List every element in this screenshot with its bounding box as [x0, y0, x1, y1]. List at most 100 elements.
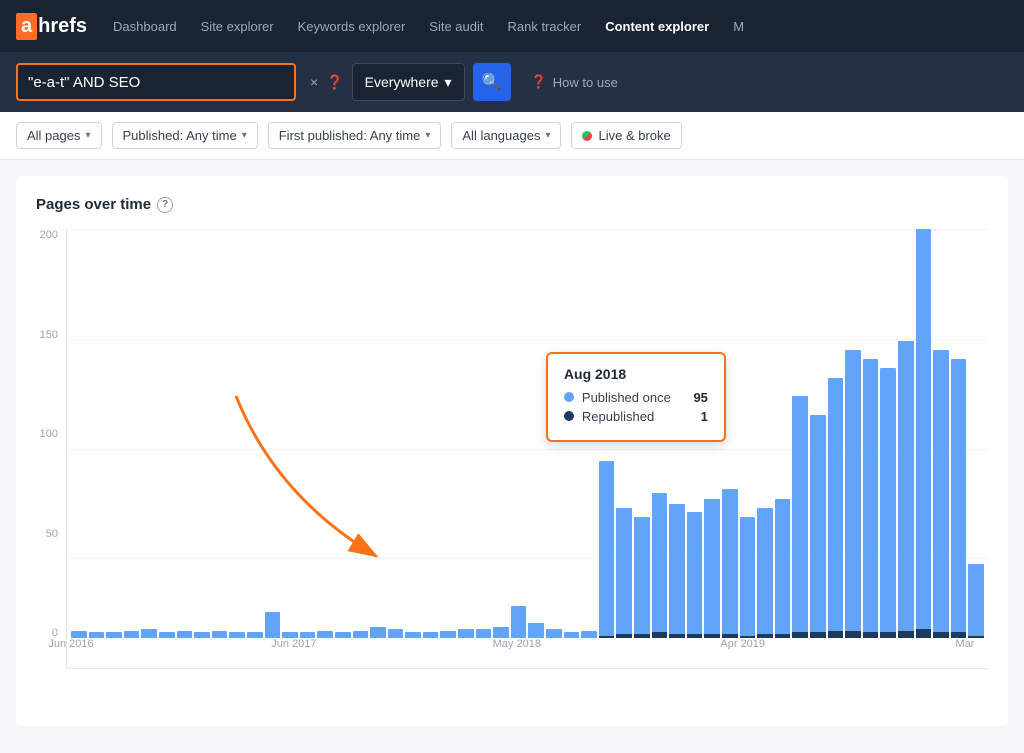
search-input[interactable] [28, 74, 258, 91]
bar-16 [353, 631, 369, 638]
live-broke-filter[interactable]: Live & broke [571, 122, 681, 149]
bar-44 [845, 350, 861, 638]
search-help-icon[interactable]: ❓ [326, 74, 343, 91]
published-filter[interactable]: Published: Any time ▾ [112, 122, 258, 149]
bar-group-20[interactable] [423, 229, 439, 638]
bar-group-9[interactable] [229, 229, 245, 638]
bar-group-24[interactable] [493, 229, 509, 638]
published-chevron: ▾ [242, 130, 247, 141]
dropdown-label: Everywhere [365, 74, 439, 90]
chart-help-icon[interactable]: ? [157, 197, 173, 213]
bar-group-51[interactable] [968, 229, 984, 638]
tooltip-row-republished: Republished 1 [564, 409, 708, 424]
bar-42 [810, 415, 826, 638]
bar-6 [177, 631, 193, 638]
republished-dot [564, 411, 574, 421]
bar-group-2[interactable] [106, 229, 122, 638]
bar-group-21[interactable] [440, 229, 456, 638]
bar-group-15[interactable] [335, 229, 351, 638]
bar-group-6[interactable] [177, 229, 193, 638]
bar-group-49[interactable] [933, 229, 949, 638]
x-label-apr2019: Apr 2019 [720, 638, 765, 668]
bar-group-46[interactable] [880, 229, 896, 638]
search-actions: × ❓ [310, 74, 344, 91]
bar-group-1[interactable] [89, 229, 105, 638]
published-dot [564, 392, 574, 402]
bar-group-41[interactable] [792, 229, 808, 638]
tooltip-date: Aug 2018 [564, 366, 708, 382]
nav-link-content-explorer[interactable]: Content explorer [595, 13, 719, 40]
all-languages-filter[interactable]: All languages ▾ [451, 122, 561, 149]
bar-29 [581, 631, 597, 638]
bar-32 [634, 517, 650, 638]
x-label-may2018: May 2018 [493, 638, 541, 668]
bar-group-17[interactable] [370, 229, 386, 638]
bar-25 [511, 606, 527, 638]
bar-38 [740, 517, 756, 638]
search-button[interactable]: 🔍 [473, 63, 511, 101]
bar-group-16[interactable] [353, 229, 369, 638]
search-icon: 🔍 [482, 72, 502, 92]
bar-group-12[interactable] [282, 229, 298, 638]
bar-group-23[interactable] [476, 229, 492, 638]
bar-14 [317, 631, 333, 638]
bar-group-25[interactable] [511, 229, 527, 638]
all-pages-filter[interactable]: All pages ▾ [16, 122, 102, 149]
bar-group-19[interactable] [405, 229, 421, 638]
bar-group-0[interactable] [71, 229, 87, 638]
republished-label: Republished [582, 409, 693, 424]
first-published-filter[interactable]: First published: Any time ▾ [268, 122, 442, 149]
everywhere-dropdown[interactable]: Everywhere ▾ [352, 63, 465, 101]
how-to-use[interactable]: ❓ How to use [531, 74, 618, 90]
bar-18 [388, 629, 404, 638]
bar-group-26[interactable] [528, 229, 544, 638]
nav-link-dashboard[interactable]: Dashboard [103, 13, 187, 40]
all-pages-chevron: ▾ [85, 130, 90, 141]
live-dot-icon [582, 131, 592, 141]
bar-21 [440, 631, 456, 638]
nav-link-rank-tracker[interactable]: Rank tracker [497, 13, 591, 40]
x-label-jun2017: Jun 2017 [271, 638, 316, 668]
bar-group-22[interactable] [458, 229, 474, 638]
bar-group-7[interactable] [194, 229, 210, 638]
nav-link-site-explorer[interactable]: Site explorer [191, 13, 284, 40]
bar-8 [212, 631, 228, 638]
bar-group-43[interactable] [828, 229, 844, 638]
bar-group-39[interactable] [757, 229, 773, 638]
bar-41 [792, 396, 808, 638]
nav-link-keywords-explorer[interactable]: Keywords explorer [288, 13, 416, 40]
y-label-100: 100 [36, 428, 58, 440]
x-label-jun2016: Jun 2016 [48, 638, 93, 668]
bar-group-38[interactable] [740, 229, 756, 638]
bar-group-50[interactable] [951, 229, 967, 638]
bar-group-11[interactable] [265, 229, 281, 638]
clear-icon[interactable]: × [310, 74, 318, 90]
nav-link-site-audit[interactable]: Site audit [419, 13, 493, 40]
logo[interactable]: a hrefs [16, 13, 87, 40]
bar-group-44[interactable] [845, 229, 861, 638]
bar-group-14[interactable] [317, 229, 333, 638]
live-broke-label: Live & broke [598, 128, 670, 143]
bar-group-4[interactable] [141, 229, 157, 638]
bar-group-18[interactable] [388, 229, 404, 638]
bar-group-10[interactable] [247, 229, 263, 638]
search-input-wrap[interactable] [16, 63, 296, 101]
bar-group-45[interactable] [863, 229, 879, 638]
bar-group-40[interactable] [775, 229, 791, 638]
published-value: 95 [693, 390, 707, 405]
x-label-mar: Mar [956, 638, 975, 668]
bar-11 [265, 612, 281, 638]
bar-group-5[interactable] [159, 229, 175, 638]
bar-group-13[interactable] [300, 229, 316, 638]
bar-group-42[interactable] [810, 229, 826, 638]
bar-17 [370, 627, 386, 638]
bar-group-48[interactable] [916, 229, 932, 638]
chart-title-text: Pages over time [36, 196, 151, 213]
bar-group-47[interactable] [898, 229, 914, 638]
bar-group-8[interactable] [212, 229, 228, 638]
bar-group-3[interactable] [124, 229, 140, 638]
y-label-200: 200 [36, 229, 58, 241]
bar-43 [828, 378, 844, 638]
nav-link-m[interactable]: M [723, 13, 754, 40]
search-bar: × ❓ Everywhere ▾ 🔍 ❓ How to use [0, 52, 1024, 112]
